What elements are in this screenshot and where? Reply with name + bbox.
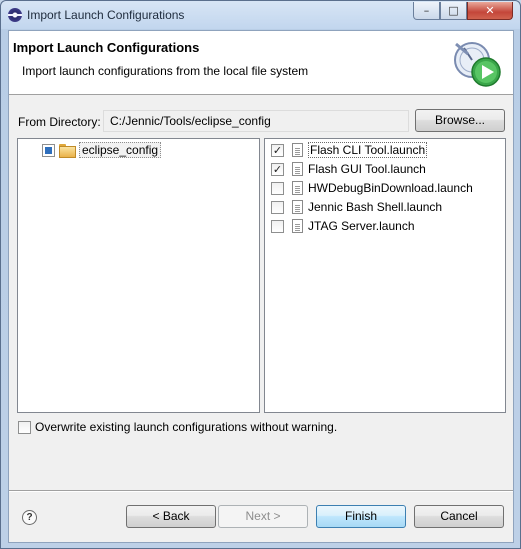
help-icon[interactable]: ? <box>22 510 37 525</box>
file-label: HWDebugBinDownload.launch <box>308 181 473 195</box>
launch-wizard-icon <box>454 42 501 87</box>
window-title: Import Launch Configurations <box>27 8 185 22</box>
finish-button[interactable]: Finish <box>316 505 406 528</box>
file-label: JTAG Server.launch <box>308 219 415 233</box>
from-directory-label: From Directory: <box>18 115 101 129</box>
launch-file-icon <box>292 143 303 157</box>
back-button[interactable]: < Back <box>126 505 216 528</box>
eclipse-icon <box>8 8 22 22</box>
close-button[interactable]: ✕ <box>467 2 513 20</box>
launch-file-icon <box>292 181 303 195</box>
cancel-button[interactable]: Cancel <box>414 505 504 528</box>
list-item[interactable]: Jennic Bash Shell.launch <box>271 198 442 216</box>
dialog-client-area: Import Launch Configurations Import laun… <box>8 30 514 543</box>
next-button[interactable]: Next > <box>218 505 308 528</box>
file-label: Flash GUI Tool.launch <box>308 162 426 176</box>
button-bar-separator <box>9 490 513 492</box>
file-checkbox[interactable]: ✓ <box>271 162 284 176</box>
list-item[interactable]: ✓ Flash CLI Tool.launch <box>271 141 428 159</box>
maximize-button[interactable]: □ <box>440 2 467 20</box>
overwrite-label: Overwrite existing launch configurations… <box>35 420 338 434</box>
dialog-window: Import Launch Configurations – □ ✕ Impor… <box>0 0 521 549</box>
directory-tree[interactable]: eclipse_config <box>17 138 260 413</box>
file-checkbox[interactable] <box>271 181 284 195</box>
file-label: Flash CLI Tool.launch <box>308 142 428 158</box>
file-checkbox[interactable]: ✓ <box>271 143 284 157</box>
list-item[interactable]: HWDebugBinDownload.launch <box>271 179 473 197</box>
tree-item-label: eclipse_config <box>79 142 162 158</box>
minimize-button[interactable]: – <box>413 2 440 20</box>
launch-file-list[interactable]: ✓ Flash CLI Tool.launch ✓ Flash GUI Tool… <box>264 138 506 413</box>
from-directory-field[interactable]: C:/Jennic/Tools/eclipse_config <box>103 110 409 132</box>
overwrite-checkbox[interactable] <box>18 420 31 434</box>
launch-file-icon <box>292 219 303 233</box>
overwrite-option[interactable]: Overwrite existing launch configurations… <box>18 420 337 434</box>
file-label: Jennic Bash Shell.launch <box>308 200 443 214</box>
wizard-title: Import Launch Configurations <box>13 40 200 55</box>
launch-file-icon <box>292 162 303 176</box>
tree-item-eclipse-config[interactable]: eclipse_config <box>42 142 162 158</box>
list-item[interactable]: ✓ Flash GUI Tool.launch <box>271 160 426 178</box>
wizard-header: Import Launch Configurations Import laun… <box>9 31 513 95</box>
open-folder-icon <box>59 144 76 158</box>
file-checkbox[interactable] <box>271 200 284 214</box>
launch-file-icon <box>292 200 303 214</box>
file-checkbox[interactable] <box>271 219 284 233</box>
wizard-description: Import launch configurations from the lo… <box>22 64 309 78</box>
browse-button[interactable]: Browse... <box>415 109 505 132</box>
tree-item-checkbox[interactable] <box>42 143 55 157</box>
title-bar[interactable]: Import Launch Configurations – □ ✕ <box>1 1 520 29</box>
list-item[interactable]: JTAG Server.launch <box>271 217 415 235</box>
